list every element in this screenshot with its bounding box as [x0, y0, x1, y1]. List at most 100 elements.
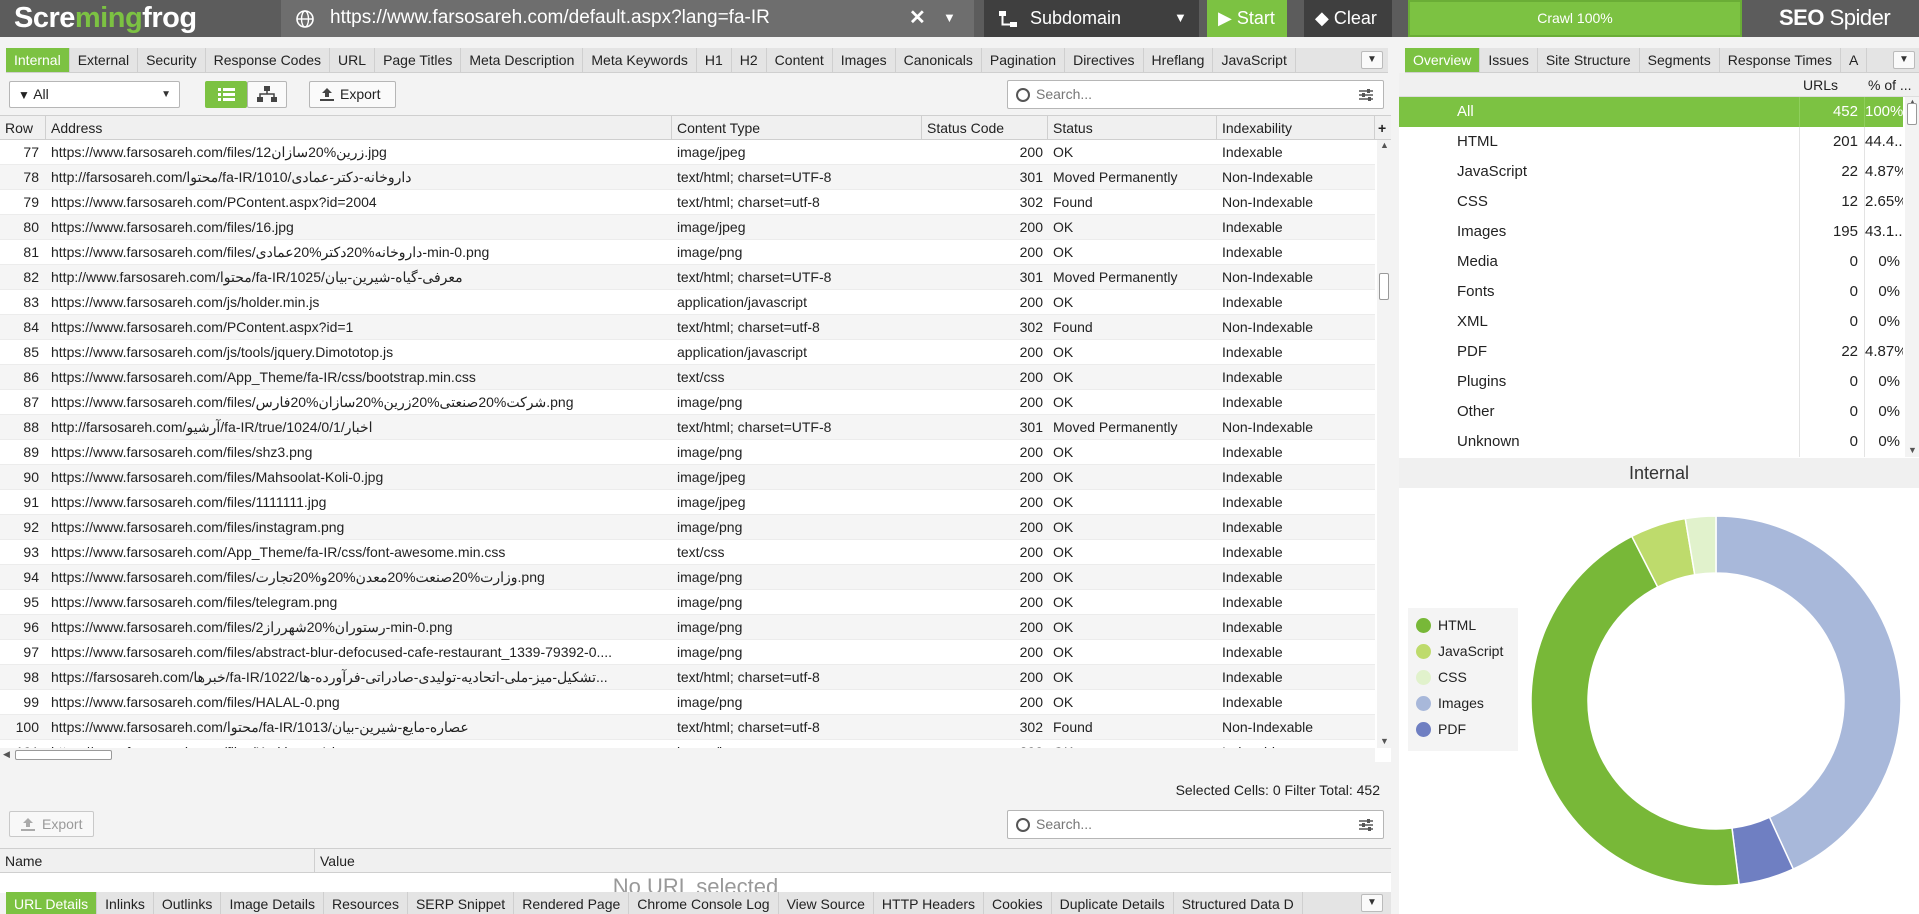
- detail-tab-outlinks[interactable]: Outlinks: [154, 892, 222, 914]
- tab-javascript[interactable]: JavaScript: [1213, 48, 1296, 72]
- table-row[interactable]: 89 https://www.farsosareh.com/files/shz3.…: [0, 440, 1375, 465]
- table-vertical-scrollbar[interactable]: ▲ ▼: [1377, 140, 1391, 748]
- right-tab-response-times[interactable]: Response Times: [1720, 48, 1841, 72]
- table-row[interactable]: 78 http://farsosareh.com/محتوا/fa-IR/1010…: [0, 165, 1375, 190]
- legend-item-css[interactable]: CSS: [1408, 664, 1518, 690]
- table-row[interactable]: 87 https://www.farsosareh.com/files/شرکت%…: [0, 390, 1375, 415]
- detail-tab-inlinks[interactable]: Inlinks: [97, 892, 154, 914]
- col-header-indexability[interactable]: Indexability: [1217, 116, 1375, 140]
- table-row[interactable]: 98 https://farsosareh.com/خبرها/fa-IR/102…: [0, 665, 1375, 690]
- table-row[interactable]: 97 https://www.farsosareh.com/files/abstr…: [0, 640, 1375, 665]
- scroll-down-icon[interactable]: ▼: [1908, 445, 1917, 455]
- detail-tab-structured-data-d[interactable]: Structured Data D: [1174, 892, 1303, 914]
- tab-security[interactable]: Security: [138, 48, 206, 72]
- col-header-name[interactable]: Name: [0, 849, 315, 873]
- col-header-row[interactable]: Row: [0, 116, 46, 140]
- more-tabs-dropdown-icon[interactable]: ▼: [1361, 894, 1383, 912]
- legend-item-images[interactable]: Images: [1408, 690, 1518, 716]
- url-input[interactable]: https://www.farsosareh.com/default.aspx?…: [281, 0, 974, 37]
- overview-scrollbar[interactable]: ▲ ▼: [1905, 97, 1919, 457]
- donut-slice-images[interactable]: [1715, 515, 1902, 871]
- tab-h2[interactable]: H2: [732, 48, 767, 72]
- tab-meta-keywords[interactable]: Meta Keywords: [583, 48, 697, 72]
- overview-row-html[interactable]: HTML 201 44.4...: [1399, 127, 1903, 157]
- tab-pagination[interactable]: Pagination: [982, 48, 1066, 72]
- detail-tab-resources[interactable]: Resources: [324, 892, 408, 914]
- export-button[interactable]: Export: [309, 81, 396, 108]
- table-row[interactable]: 95 https://www.farsosareh.com/files/teleg…: [0, 590, 1375, 615]
- scroll-thumb[interactable]: [15, 750, 112, 760]
- more-tabs-dropdown-icon[interactable]: ▼: [1893, 51, 1915, 69]
- col-header-status-code[interactable]: Status Code: [922, 116, 1048, 140]
- overview-row-other[interactable]: Other 0 0%: [1399, 397, 1903, 427]
- legend-item-pdf[interactable]: PDF: [1408, 716, 1518, 742]
- legend-item-html[interactable]: HTML: [1408, 612, 1518, 638]
- table-row[interactable]: 86 https://www.farsosareh.com/App_Theme/f…: [0, 365, 1375, 390]
- search-options-icon[interactable]: [1359, 818, 1373, 832]
- table-search-input[interactable]: Search...: [1007, 80, 1384, 109]
- col-header-urls[interactable]: URLs: [1799, 73, 1864, 97]
- detail-tab-http-headers[interactable]: HTTP Headers: [874, 892, 985, 914]
- overview-row-pdf[interactable]: PDF 224.87%: [1399, 337, 1903, 367]
- tab-response-codes[interactable]: Response Codes: [206, 48, 331, 72]
- crawl-mode-select[interactable]: Subdomain ▼: [984, 0, 1199, 37]
- detail-tab-image-details[interactable]: Image Details: [221, 892, 325, 914]
- col-header-value[interactable]: Value: [315, 849, 1391, 873]
- start-button[interactable]: ▶ Start: [1207, 0, 1287, 37]
- tree-view-button[interactable]: [247, 81, 287, 108]
- scroll-up-icon[interactable]: ▲: [1380, 140, 1389, 150]
- table-row[interactable]: 79 https://www.farsosareh.com/PContent.as…: [0, 190, 1375, 215]
- overview-row-media[interactable]: Media 0 0%: [1399, 247, 1903, 277]
- tab-page-titles[interactable]: Page Titles: [375, 48, 462, 72]
- tab-canonicals[interactable]: Canonicals: [896, 48, 982, 72]
- overview-row-fonts[interactable]: Fonts 0 0%: [1399, 277, 1903, 307]
- col-header-status[interactable]: Status: [1048, 116, 1217, 140]
- table-row[interactable]: 92 https://www.farsosareh.com/files/insta…: [0, 515, 1375, 540]
- tab-directives[interactable]: Directives: [1065, 48, 1144, 72]
- table-row[interactable]: 100 https://www.farsosareh.com/محتوا/fa-I…: [0, 715, 1375, 740]
- overview-row-unknown[interactable]: Unknown 0 0%: [1399, 427, 1903, 457]
- right-tab-site-structure[interactable]: Site Structure: [1538, 48, 1640, 72]
- tab-external[interactable]: External: [70, 48, 139, 72]
- legend-item-javascript[interactable]: JavaScript: [1408, 638, 1518, 664]
- table-horizontal-scrollbar[interactable]: ◀: [0, 748, 1375, 762]
- table-row[interactable]: 99 https://www.farsosareh.com/files/HALAL…: [0, 690, 1375, 715]
- detail-tab-cookies[interactable]: Cookies: [984, 892, 1052, 914]
- table-row[interactable]: 94 https://www.farsosareh.com/files/وزارت…: [0, 565, 1375, 590]
- table-row[interactable]: 77 https://www.farsosareh.com/files/12زری…: [0, 140, 1375, 165]
- col-header-address[interactable]: Address: [46, 116, 672, 140]
- tab-hreflang[interactable]: Hreflang: [1144, 48, 1214, 72]
- detail-tab-chrome-console-log[interactable]: Chrome Console Log: [629, 892, 779, 914]
- overview-row-images[interactable]: Images 195 43.1...: [1399, 217, 1903, 247]
- right-tab-segments[interactable]: Segments: [1640, 48, 1720, 72]
- url-history-dropdown-icon[interactable]: ▼: [943, 0, 956, 36]
- tab-meta-description[interactable]: Meta Description: [461, 48, 584, 72]
- table-row[interactable]: 81 https://www.farsosareh.com/files/داروخ…: [0, 240, 1375, 265]
- table-row[interactable]: 101https://www.farsosareh.com/files/Kark…: [0, 740, 1375, 748]
- overview-row-plugins[interactable]: Plugins 0 0%: [1399, 367, 1903, 397]
- scroll-thumb[interactable]: [1907, 103, 1917, 125]
- table-row[interactable]: 83 https://www.farsosareh.com/js/holder.m…: [0, 290, 1375, 315]
- search-options-icon[interactable]: [1359, 88, 1373, 102]
- tab-internal[interactable]: Internal: [6, 48, 70, 72]
- table-row[interactable]: 88 http://farsosareh.com/آرشیو/fa-IR/true…: [0, 415, 1375, 440]
- table-row[interactable]: 93 https://www.farsosareh.com/App_Theme/f…: [0, 540, 1375, 565]
- overview-row-all[interactable]: All 452 100%: [1399, 97, 1903, 127]
- detail-tab-url-details[interactable]: URL Details: [6, 892, 98, 914]
- col-header-content-type[interactable]: Content Type: [672, 116, 922, 140]
- right-tab-overview[interactable]: Overview: [1405, 48, 1481, 72]
- url-text[interactable]: https://www.farsosareh.com/default.aspx?…: [330, 0, 770, 36]
- table-row[interactable]: 96 https://www.farsosareh.com/files/رستور…: [0, 615, 1375, 640]
- tab-h1[interactable]: H1: [697, 48, 732, 72]
- col-header-percent[interactable]: % of ...: [1864, 73, 1912, 97]
- donut-slice-html[interactable]: [1530, 535, 1740, 887]
- clear-url-icon[interactable]: ✕: [909, 0, 926, 36]
- filter-dropdown[interactable]: ▼ All ▼: [9, 81, 180, 108]
- table-row[interactable]: 85 https://www.farsosareh.com/js/tools/jq…: [0, 340, 1375, 365]
- tab-content[interactable]: Content: [767, 48, 833, 72]
- overview-row-javascript[interactable]: JavaScript 224.87%: [1399, 157, 1903, 187]
- tab-url[interactable]: URL: [330, 48, 376, 72]
- right-tab-issues[interactable]: Issues: [1480, 48, 1538, 72]
- scroll-left-icon[interactable]: ◀: [3, 749, 10, 760]
- detail-tab-serp-snippet[interactable]: SERP Snippet: [408, 892, 515, 914]
